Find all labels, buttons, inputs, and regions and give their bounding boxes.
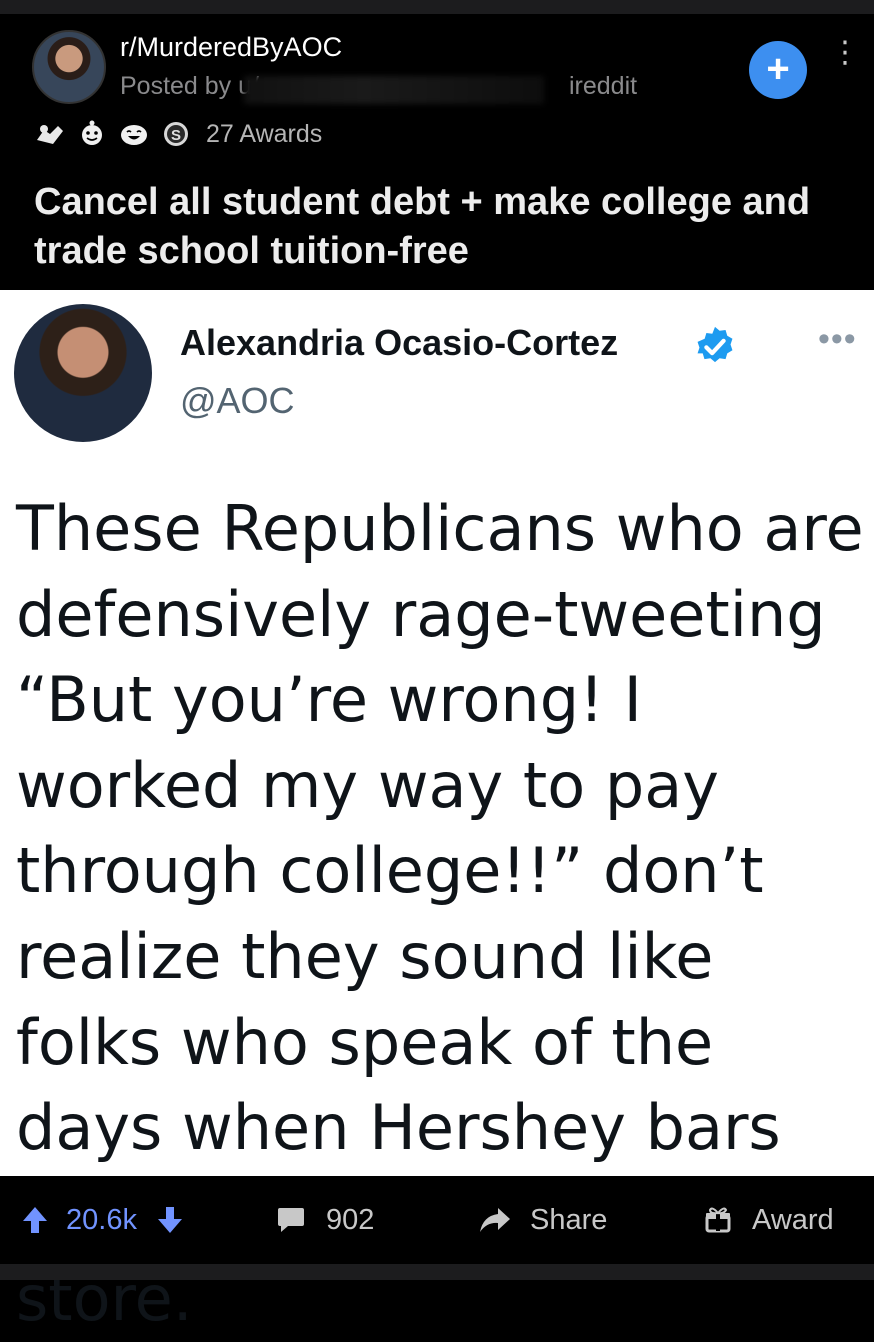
comment-icon [278,1208,304,1232]
post-header: r/MurderedByAOC Posted by u/ireddit + ⋮ … [0,14,874,290]
downvote-icon[interactable] [157,1205,183,1235]
post-action-bar: 20.6k 902 Share Award [0,1176,874,1264]
kebab-menu-icon[interactable]: ⋮ [830,38,860,68]
tweet-author-avatar [14,304,152,442]
award-hug-icon [37,125,63,144]
award-icon [705,1207,731,1233]
subreddit-name[interactable]: r/MurderedByAOC [120,32,342,63]
tweet-image[interactable]: Alexandria Ocasio-Cortez @AOC ••• These … [0,290,874,1335]
join-button[interactable]: + [749,41,807,99]
posted-by-suffix: ireddit [568,72,638,100]
subreddit-avatar[interactable] [32,30,106,104]
awards-count: 27 Awards [206,119,323,148]
upvote-icon[interactable] [22,1205,48,1235]
award-button[interactable]: Award [704,1202,834,1238]
award-laugh-icon [121,125,147,145]
redacted-username [244,76,544,104]
tweet-author-handle: @AOC [180,380,295,421]
posted-by-label: Posted by u/ [120,72,259,100]
post-title[interactable]: Cancel all student debt + make college a… [34,178,854,276]
vote-count: 20.6k [66,1203,137,1236]
status-bar [0,0,874,14]
svg-text:S: S [171,127,181,144]
tweet-more-icon: ••• [818,320,857,358]
verified-badge-icon [697,326,733,363]
share-icon [480,1208,510,1232]
share-button[interactable]: Share [478,1202,607,1238]
plus-icon: + [766,47,790,91]
comments-button[interactable]: 902 [276,1202,374,1238]
vote-group: 20.6k [22,1202,183,1238]
award-wholesome-icon [82,120,102,145]
comment-count: 902 [326,1203,375,1236]
tweet-author-name: Alexandria Ocasio-Cortez [180,322,619,363]
share-label: Share [530,1203,608,1236]
award-label: Award [752,1203,834,1236]
award-silver-icon: S [164,122,188,146]
navigation-bar [0,1264,874,1280]
awards-row[interactable]: S 27 Awards [34,118,322,150]
